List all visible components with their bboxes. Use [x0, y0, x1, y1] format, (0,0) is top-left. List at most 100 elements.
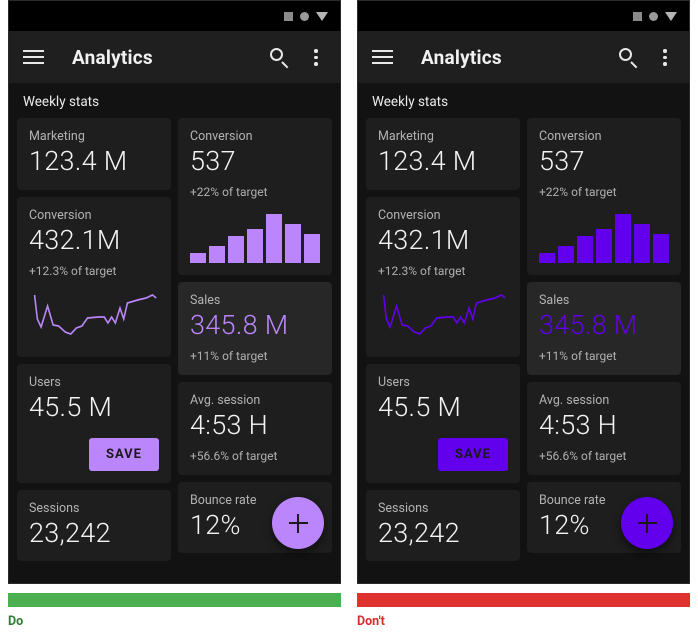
card-subtext: +12.3% of target [29, 263, 117, 278]
card-conversion-bars[interactable]: Conversion 537 +22% of target [527, 118, 681, 275]
card-avg-session[interactable]: Avg. session 4:53 H +56.6% of target [527, 381, 681, 475]
comparison-stage: Analytics Weekly stats Marketing 123.4 M… [0, 0, 698, 640]
card-label: Avg. session [190, 392, 261, 408]
sparkline-path [33, 293, 157, 335]
card-subtext: +22% of target [190, 184, 268, 199]
card-value: 23,242 [378, 516, 460, 549]
sparkline-path [382, 293, 506, 335]
card-value: 432.1M [378, 223, 470, 256]
bar-3 [577, 236, 593, 263]
stats-grid: Marketing 123.4 M Conversion 432.1M +12.… [9, 118, 340, 562]
bar-4 [247, 228, 263, 263]
card-subtext: +11% of target [539, 348, 617, 363]
page-title: Analytics [72, 45, 153, 69]
grid-column-right: Conversion 537 +22% of target Sales 345.… [527, 118, 681, 554]
card-sessions[interactable]: Sessions 23,242 [366, 489, 520, 562]
grid-column-left: Marketing 123.4 M Conversion 432.1M +12.… [366, 118, 520, 562]
save-button[interactable]: SAVE [88, 437, 159, 471]
card-subtext: +12.3% of target [378, 263, 466, 278]
bar-1 [539, 253, 555, 263]
sparkline-chart [382, 293, 506, 335]
bar-1 [190, 253, 206, 263]
card-label: Conversion [378, 207, 441, 223]
card-label: Sessions [29, 500, 80, 516]
card-label: Avg. session [539, 392, 610, 408]
square-icon [633, 11, 642, 21]
verdict-bar-do [8, 593, 341, 607]
hamburger-icon[interactable] [372, 49, 393, 65]
card-value: 432.1M [29, 223, 121, 256]
card-value: 345.8 M [190, 308, 289, 341]
overflow-menu-icon[interactable] [655, 47, 675, 67]
card-subtext: +11% of target [190, 348, 268, 363]
card-label: Sessions [378, 500, 429, 516]
card-label: Marketing [378, 129, 434, 144]
card-users[interactable]: Users 45.5 M SAVE [17, 363, 171, 483]
section-title: Weekly stats [23, 94, 100, 110]
triangle-down-icon [316, 11, 328, 21]
bar-4 [596, 228, 612, 263]
card-sessions[interactable]: Sessions 23,242 [17, 489, 171, 562]
bar-3 [228, 236, 244, 263]
verdict-label-do: Do [8, 614, 24, 629]
button-row: SAVE [378, 437, 508, 471]
card-conversion-bars[interactable]: Conversion 537 +22% of target [178, 118, 332, 275]
card-label: Conversion [29, 207, 92, 223]
card-value: 45.5 M [378, 390, 462, 423]
plus-icon [637, 513, 657, 533]
card-conversion-trend[interactable]: Conversion 432.1M +12.3% of target [17, 196, 171, 357]
verdict-bar-dont [357, 593, 690, 607]
card-sales[interactable]: Sales 345.8 M +11% of target [527, 281, 681, 375]
content-area: Weekly stats Marketing 123.4 M Conversio… [358, 83, 689, 562]
stats-grid: Marketing 123.4 M Conversion 432.1M +12.… [358, 118, 689, 562]
save-button[interactable]: SAVE [437, 437, 508, 471]
search-icon[interactable] [269, 47, 290, 68]
card-subtext: +22% of target [539, 184, 617, 199]
card-label: Conversion [539, 129, 602, 144]
button-row: SAVE [29, 437, 159, 471]
sparkline-chart [33, 293, 157, 335]
circle-icon [649, 11, 658, 21]
app-bar: Analytics [9, 31, 340, 83]
bar-5 [266, 213, 282, 263]
phone-mockup-dont: Analytics Weekly stats Marketing 123.4 M… [357, 0, 690, 584]
square-icon [284, 11, 293, 21]
card-label: Sales [539, 292, 570, 308]
card-value: 45.5 M [29, 390, 113, 423]
bar-5 [615, 213, 631, 263]
card-value: 345.8 M [539, 308, 638, 341]
card-label: Users [378, 374, 410, 390]
search-icon[interactable] [618, 47, 639, 68]
card-marketing[interactable]: Marketing 123.4 M [366, 118, 520, 190]
card-users[interactable]: Users 45.5 M SAVE [366, 363, 520, 483]
card-subtext: +56.6% of target [539, 448, 627, 463]
card-label: Conversion [190, 129, 253, 144]
card-sales[interactable]: Sales 345.8 M +11% of target [178, 281, 332, 375]
triangle-down-icon [665, 11, 677, 21]
status-bar [9, 1, 340, 31]
plus-icon [288, 513, 308, 533]
status-bar [358, 1, 689, 31]
card-conversion-trend[interactable]: Conversion 432.1M +12.3% of target [366, 196, 520, 357]
bar-chart [539, 211, 669, 263]
overflow-menu-icon[interactable] [306, 47, 326, 67]
card-value: 4:53 H [190, 408, 269, 441]
bar-chart [190, 211, 320, 263]
circle-icon [300, 11, 309, 21]
hamburger-icon[interactable] [23, 49, 44, 65]
card-value: 537 [190, 145, 236, 177]
section-title: Weekly stats [372, 94, 449, 110]
grid-column-right: Conversion 537 +22% of target Sales 345.… [178, 118, 332, 554]
bar-6 [634, 224, 650, 263]
bar-7 [653, 233, 669, 263]
verdict-label-dont: Don't [357, 614, 385, 629]
card-value: 4:53 H [539, 408, 618, 441]
card-avg-session[interactable]: Avg. session 4:53 H +56.6% of target [178, 381, 332, 475]
panel-do: Analytics Weekly stats Marketing 123.4 M… [0, 0, 349, 640]
content-area: Weekly stats Marketing 123.4 M Conversio… [9, 83, 340, 562]
panel-dont: Analytics Weekly stats Marketing 123.4 M… [349, 0, 698, 640]
card-marketing[interactable]: Marketing 123.4 M [17, 118, 171, 190]
card-label: Sales [190, 292, 221, 308]
bar-6 [285, 224, 301, 263]
bar-7 [304, 233, 320, 263]
